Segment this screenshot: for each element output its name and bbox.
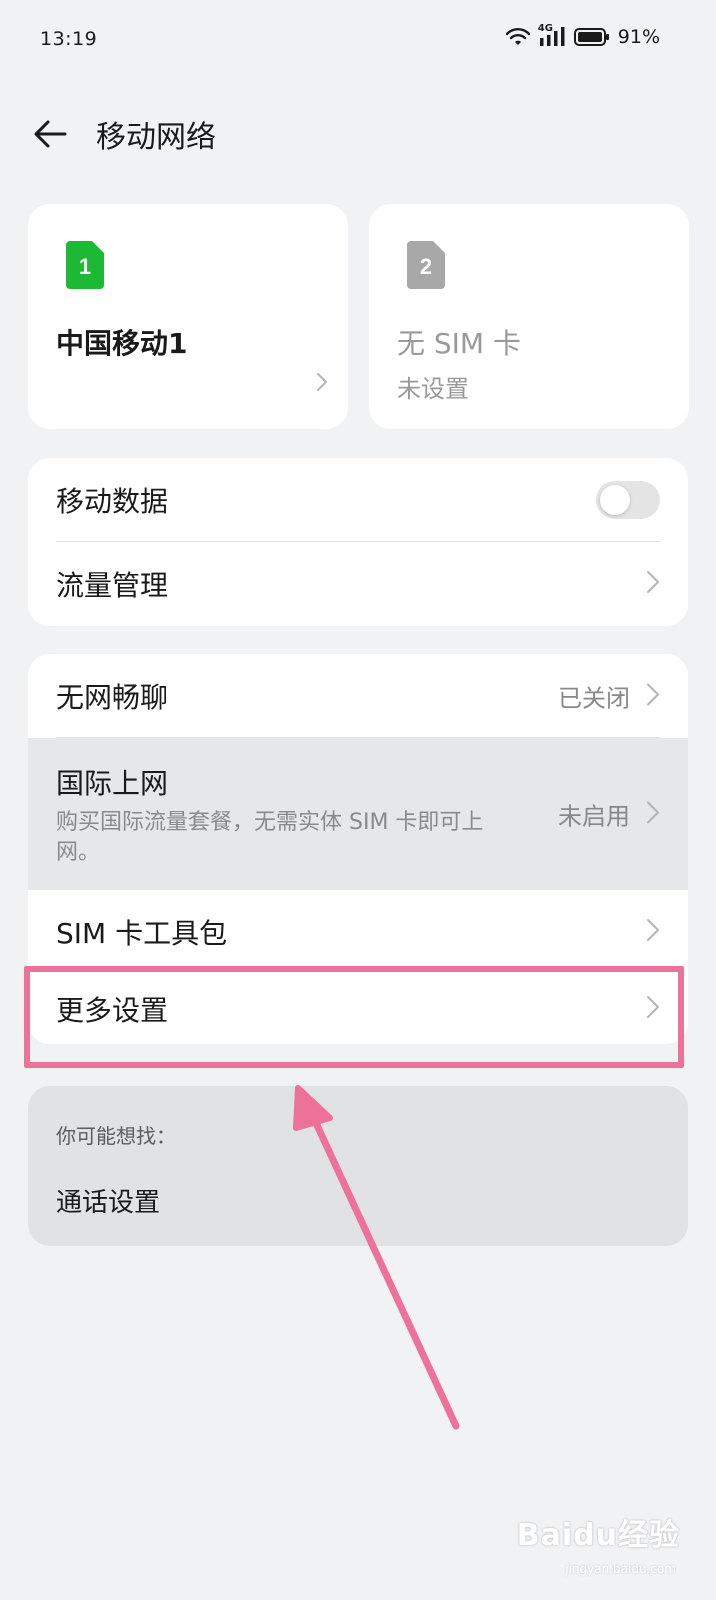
- back-button[interactable]: [30, 114, 70, 154]
- chevron-right-icon: [646, 682, 660, 710]
- data-settings-group: 移动数据 流量管理: [28, 458, 688, 626]
- chevron-right-icon: [646, 800, 660, 828]
- suggestions-heading: 你可能想找：: [56, 1124, 176, 1148]
- watermark-subtext: jingyan.baidu.com: [565, 1562, 676, 1576]
- sim-slot-number: 2: [420, 254, 432, 279]
- back-arrow-icon: [34, 120, 67, 148]
- sim-card-icon: 2: [407, 241, 445, 289]
- sim-carrier-name: 无 SIM 卡: [397, 327, 521, 360]
- status-bar: 13:19 4G 91%: [0, 0, 716, 82]
- battery-icon: [573, 27, 610, 47]
- watermark-text: Baidu经验: [516, 1518, 680, 1553]
- battery-percent: 91%: [617, 26, 660, 48]
- chevron-right-icon: [646, 918, 660, 946]
- sim-status: 未设置: [397, 375, 469, 403]
- intl-roaming-value: 未启用: [558, 802, 630, 831]
- cellular-signal-icon: 4G: [538, 23, 566, 48]
- toggle-knob: [600, 485, 630, 515]
- page-title: 移动网络: [96, 120, 216, 155]
- more-settings-row[interactable]: 更多设置: [28, 974, 688, 1044]
- sim-card-icon: 1: [66, 241, 104, 289]
- suggestion-call-settings[interactable]: 通话设置: [56, 1182, 160, 1219]
- sim-toolkit-label: SIM 卡工具包: [56, 917, 228, 950]
- mobile-data-label: 移动数据: [56, 485, 169, 518]
- status-icons: 4G 91%: [505, 23, 660, 48]
- sim-slot-number: 1: [79, 254, 91, 279]
- chevron-right-icon: [316, 372, 328, 396]
- chevron-right-icon: [646, 570, 660, 598]
- wifi-icon: [505, 27, 530, 47]
- sim-carrier-name: 中国移动1: [56, 327, 188, 360]
- no-net-chat-row[interactable]: 无网畅聊 已关闭: [28, 654, 688, 738]
- row-right: 未启用: [558, 797, 660, 832]
- more-settings-label: 更多设置: [56, 994, 169, 1027]
- data-usage-row[interactable]: 流量管理: [28, 542, 688, 626]
- sim-card-2[interactable]: 2 无 SIM 卡 未设置: [369, 204, 689, 429]
- intl-roaming-row[interactable]: 国际上网 购买国际流量套餐，无需实体 SIM 卡即可上网。 未启用: [28, 738, 688, 890]
- header: 移动网络: [0, 100, 716, 170]
- mobile-data-row[interactable]: 移动数据: [28, 458, 688, 542]
- intl-roaming-label: 国际上网: [56, 767, 169, 800]
- status-time: 13:19: [40, 28, 98, 50]
- no-net-chat-label: 无网畅聊: [56, 681, 169, 714]
- row-right: [646, 995, 660, 1023]
- suggestions-panel: 你可能想找： 通话设置: [28, 1086, 688, 1246]
- sim-toolkit-row[interactable]: SIM 卡工具包: [28, 890, 688, 974]
- no-net-chat-value: 已关闭: [558, 684, 630, 713]
- sim-card-1[interactable]: 1 中国移动1: [28, 204, 348, 429]
- mobile-data-toggle[interactable]: [596, 481, 660, 519]
- intl-roaming-description: 购买国际流量套餐，无需实体 SIM 卡即可上网。: [56, 810, 484, 865]
- row-right: [646, 570, 660, 598]
- row-right: 已关闭: [558, 679, 660, 714]
- data-usage-label: 流量管理: [56, 569, 169, 602]
- network-features-group: 无网畅聊 已关闭 国际上网 购买国际流量套餐，无需实体 SIM 卡即可上网。 未…: [28, 654, 688, 1044]
- row-right: [596, 481, 660, 519]
- row-right: [646, 918, 660, 946]
- chevron-right-icon: [646, 995, 660, 1023]
